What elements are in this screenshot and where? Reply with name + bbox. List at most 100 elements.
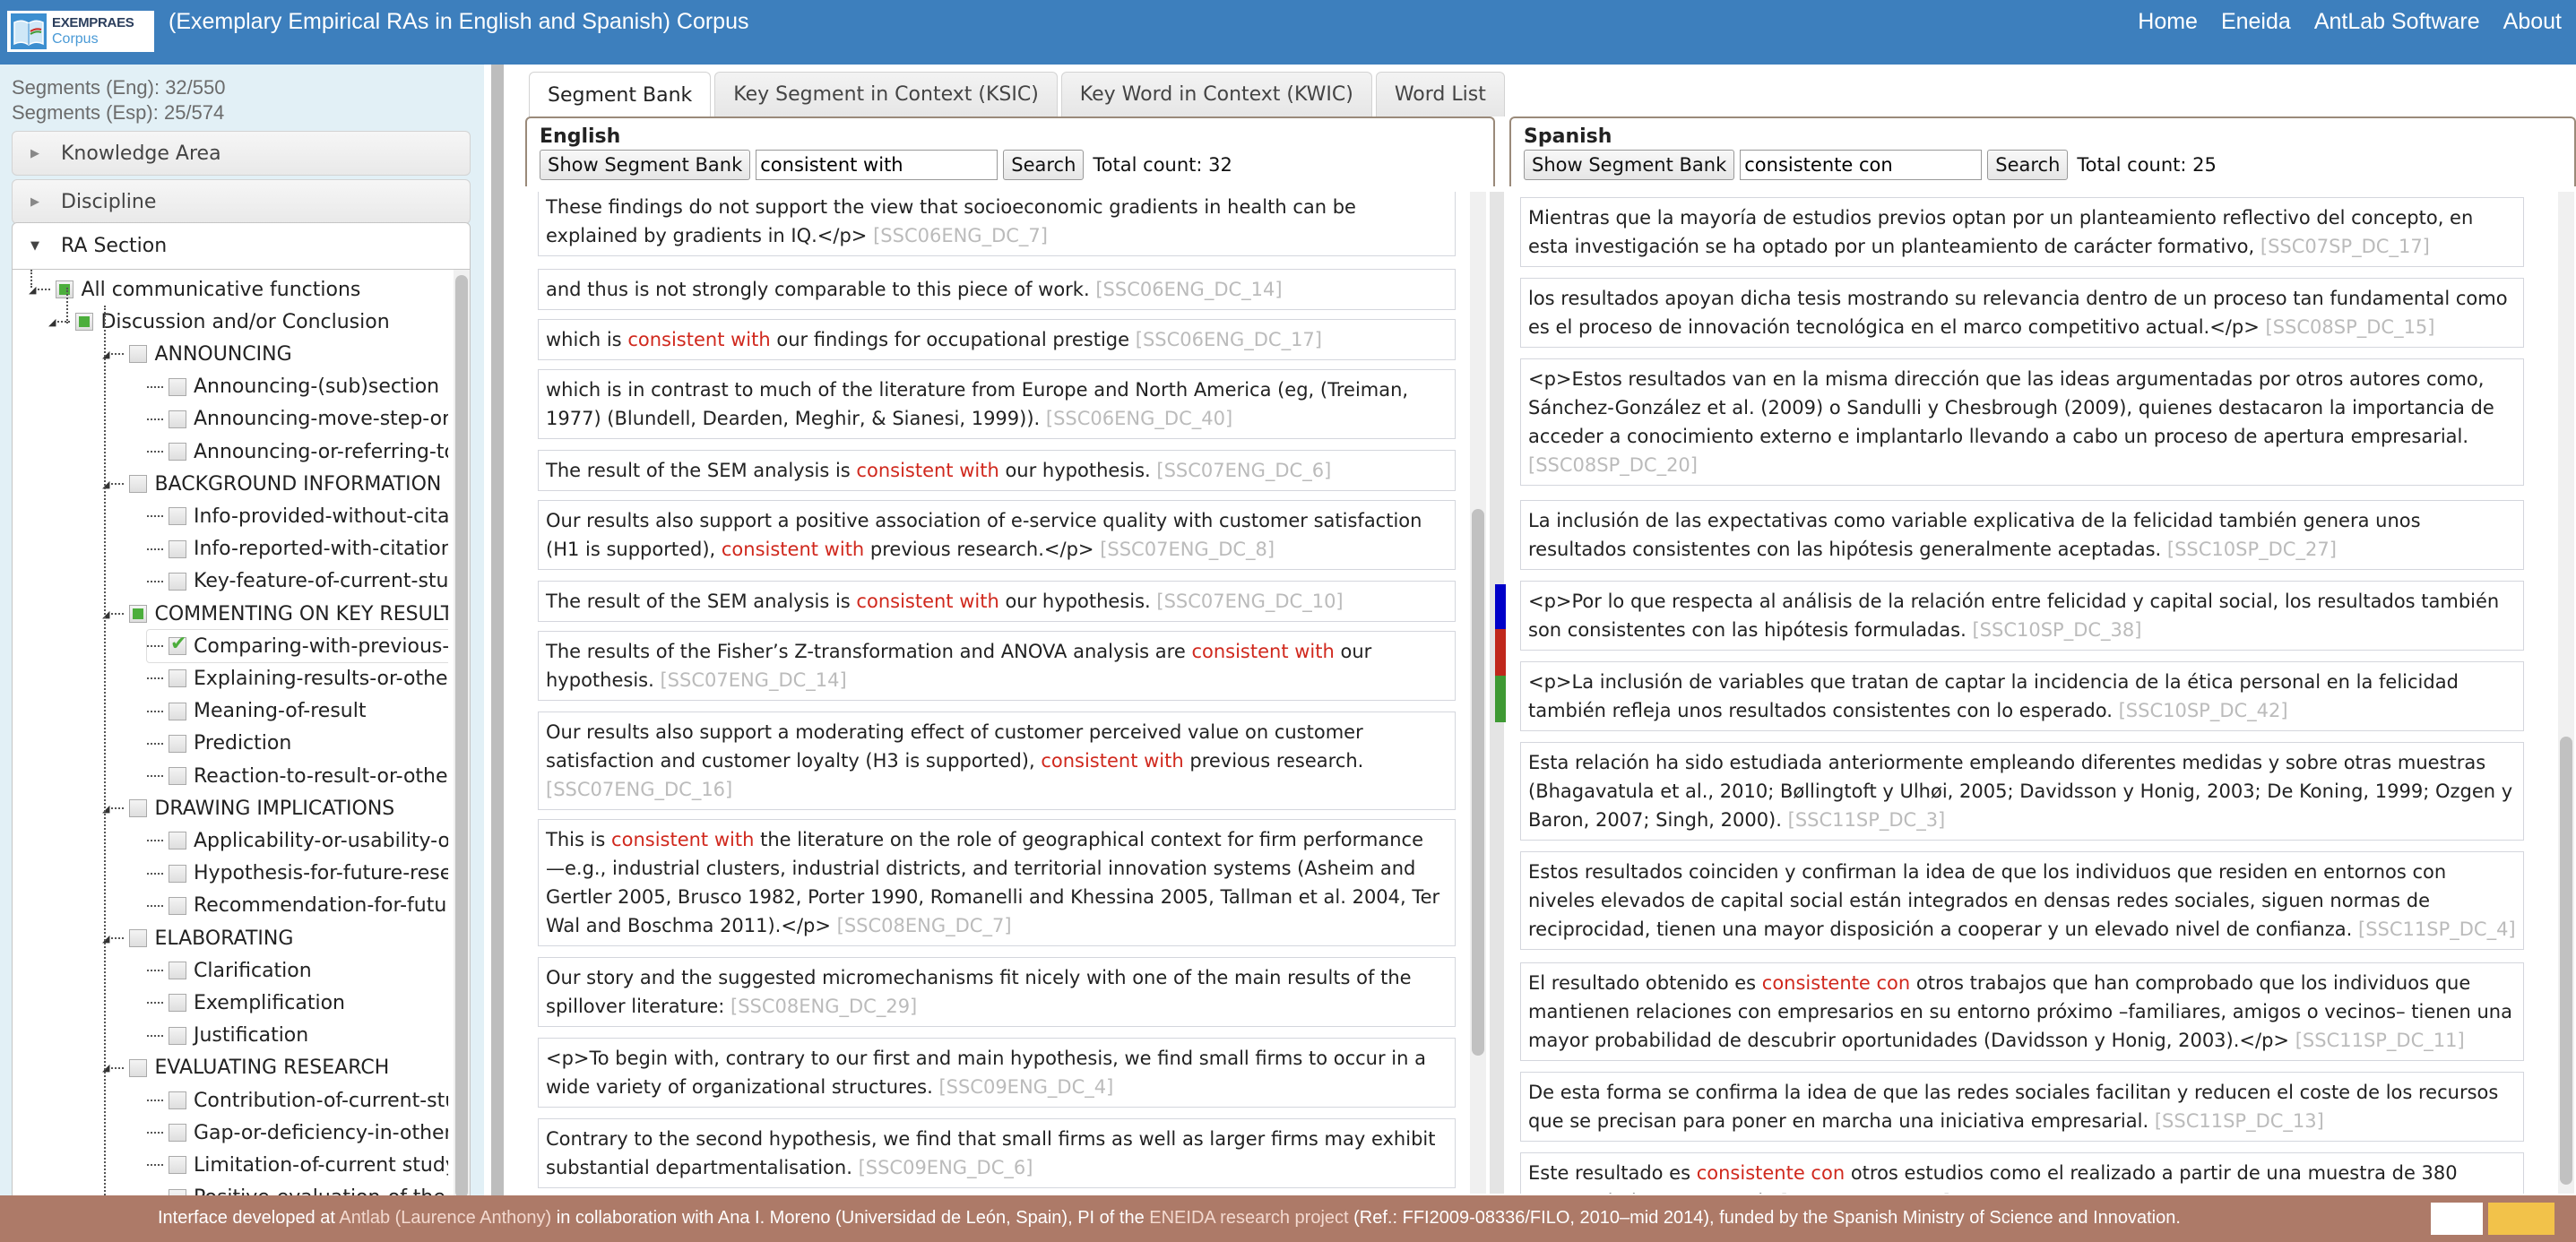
segment-item[interactable]: Mientras que la mayoría de estudios prev… — [1520, 197, 2524, 267]
tree-checkbox[interactable] — [129, 605, 148, 623]
segment-item[interactable]: <p>La inclusión de variables que tratan … — [1520, 661, 2524, 731]
tree-item[interactable]: Recommendation-for-future — [147, 890, 448, 922]
sidebar-splitter[interactable] — [491, 65, 504, 1195]
segment-id[interactable]: [SSC07ENG_DC_10] — [1156, 591, 1343, 612]
segment-item[interactable]: los resultados apoyan dicha tesis mostra… — [1520, 278, 2524, 348]
tree-checkbox[interactable] — [169, 702, 186, 720]
nav-about[interactable]: About — [2503, 9, 2562, 35]
tree-checkbox[interactable] — [129, 345, 148, 364]
tree-item[interactable]: Applicability-or-usability-of-r — [147, 824, 448, 857]
tree-item[interactable]: ◢ DRAWING IMPLICATIONS — [102, 792, 394, 824]
tree-checkbox[interactable] — [169, 443, 186, 461]
segment-id[interactable]: [SSC08SP_DC_15] — [2266, 316, 2435, 338]
tree-item[interactable]: Announcing-move-step-or-p — [147, 403, 448, 436]
spanish-show-segment-bank-button[interactable]: Show Segment Bank — [1524, 150, 1735, 180]
tree-item[interactable]: Limitation-of-current study — [147, 1149, 448, 1181]
segment-item[interactable]: Our results also support a moderating ef… — [538, 712, 1456, 810]
tree-item[interactable]: Info-reported-with-citations — [147, 533, 448, 565]
nav-home[interactable]: Home — [2138, 9, 2198, 35]
segment-item[interactable]: which is in contrast to much of the lite… — [538, 369, 1456, 439]
segment-id[interactable]: [SSC06ENG_DC_14] — [1095, 279, 1282, 300]
english-show-segment-bank-button[interactable]: Show Segment Bank — [540, 150, 751, 180]
tree-checkbox[interactable] — [169, 572, 186, 591]
segment-item[interactable]: El resultado obtenido es consistente con… — [1520, 962, 2524, 1061]
tree-item[interactable]: Info-provided-without-citatio — [147, 500, 448, 532]
spanish-results-scrollbar[interactable] — [2558, 192, 2574, 1194]
segment-id[interactable]: [SSC11SP_DC_13] — [2155, 1110, 2324, 1132]
accordion-ra-section-header[interactable]: ▼ RA Section — [13, 223, 470, 270]
tree-item[interactable]: Clarification — [147, 954, 312, 987]
nav-antlab-software[interactable]: AntLab Software — [2314, 9, 2480, 35]
accordion-discipline[interactable]: ▶ Discipline — [12, 179, 471, 224]
tree-checkbox[interactable] — [169, 669, 186, 688]
segment-id[interactable]: [SSC07ENG_DC_8] — [1100, 539, 1275, 560]
tree-checkbox[interactable] — [129, 929, 148, 947]
segment-id[interactable]: [SSC06ENG_DC_17] — [1136, 329, 1322, 350]
spanish-search-button[interactable]: Search — [1987, 150, 2069, 180]
segment-item[interactable]: Our story and the suggested micromechani… — [538, 957, 1456, 1027]
scrollbar-thumb[interactable] — [455, 275, 468, 1198]
tree-item[interactable]: Hypothesis-for-future-resear — [147, 858, 448, 890]
tree-checkbox[interactable] — [169, 994, 186, 1013]
tree-item[interactable]: ◢ Discussion and/or Conclusion — [48, 306, 390, 338]
segment-item[interactable]: The result of the SEM analysis is consis… — [538, 450, 1456, 491]
segment-id[interactable]: [SSC08ENG_DC_29] — [730, 996, 917, 1017]
tab-ksic[interactable]: Key Segment in Context (KSIC) — [714, 72, 1058, 116]
tree-item[interactable]: ◢ EVALUATING RESEARCH — [102, 1052, 389, 1084]
scrollbar-thumb[interactable] — [2560, 737, 2572, 1185]
tab-kwic[interactable]: Key Word in Context (KWIC) — [1060, 72, 1372, 116]
tree-checkbox[interactable] — [169, 539, 186, 558]
tree-item[interactable]: Gap-or-deficiency-in-others- — [147, 1117, 448, 1149]
tree-item[interactable]: ◢ ANNOUNCING — [102, 338, 292, 370]
tree-item[interactable]: Key-feature-of-current-study — [147, 565, 448, 598]
segment-id[interactable]: [SSC09ENG_DC_4] — [938, 1076, 1113, 1098]
tree-item[interactable]: Reaction-to-result-or-other-f — [147, 760, 448, 792]
segment-id[interactable]: [SSC11SP_DC_4] — [2358, 919, 2516, 940]
segment-id[interactable]: [SSC08SP_DC_20] — [1528, 454, 1698, 476]
segment-item[interactable]: Contrary to the second hypothesis, we fi… — [538, 1118, 1456, 1188]
tree-item[interactable]: ◢ All communicative functions — [29, 273, 360, 306]
segment-item[interactable]: and thus is not strongly comparable to t… — [538, 269, 1456, 310]
tree-item[interactable]: Justification — [147, 1020, 308, 1052]
tree-item[interactable]: Meaning-of-result — [147, 695, 367, 728]
tree-checkbox[interactable] — [169, 864, 186, 883]
segment-id[interactable]: [SSC09ENG_DC_6] — [859, 1157, 1033, 1178]
tree-item[interactable]: Announcing-or-referring-to-a — [147, 436, 448, 468]
tree-checkbox[interactable] — [169, 896, 186, 915]
tree-checkbox[interactable] — [169, 633, 186, 656]
tree-checkbox[interactable] — [129, 1058, 148, 1077]
spanish-search-input[interactable] — [1740, 150, 1983, 180]
expand-toggle-icon[interactable]: ◢ — [48, 316, 56, 328]
segment-item[interactable]: <p>Estos resultados van en la misma dire… — [1520, 358, 2524, 486]
exempraes-logo[interactable]: EXEMPRAES Corpus — [7, 11, 154, 52]
tree-item[interactable]: Comparing-with-previous-re — [145, 629, 448, 664]
tree-checkbox[interactable] — [169, 767, 186, 785]
scrollbar-thumb[interactable] — [1472, 509, 1484, 1056]
segment-id[interactable]: [SSC11SP_DC_3] — [1788, 809, 1946, 831]
tree-item[interactable]: Explaining-results-or-other-p — [147, 662, 448, 694]
segment-item[interactable]: Este resultado es consistente con otros … — [1520, 1152, 2524, 1194]
segment-item[interactable]: Esta relación ha sido estudiada anterior… — [1520, 742, 2524, 841]
segment-item[interactable]: Estos resultados coinciden y confirman l… — [1520, 851, 2524, 950]
tree-checkbox[interactable] — [169, 832, 186, 850]
segment-item[interactable]: Our results also support a positive asso… — [538, 500, 1456, 570]
tree-item[interactable]: Announcing-(sub)section — [147, 371, 439, 403]
segment-id[interactable]: [SSC07ENG_DC_16] — [546, 779, 732, 800]
english-search-input[interactable] — [756, 150, 998, 180]
tree-item[interactable]: Exemplification — [147, 987, 345, 1019]
nav-eneida[interactable]: Eneida — [2221, 9, 2291, 35]
segment-item[interactable]: This is consistent with the literature o… — [538, 819, 1456, 946]
accordion-knowledge-area[interactable]: ▶ Knowledge Area — [12, 131, 471, 176]
footer-link[interactable]: ENEIDA research project — [1149, 1208, 1348, 1228]
tree-checkbox[interactable] — [129, 475, 148, 494]
tree-checkbox[interactable] — [169, 1091, 186, 1109]
segment-id[interactable]: [SSC10SP_DC_42] — [2119, 700, 2288, 721]
segment-item[interactable]: The results of the Fisher’s Z-transforma… — [538, 631, 1456, 701]
segment-item[interactable]: which is consistent with our findings fo… — [538, 319, 1456, 360]
tree-checkbox[interactable] — [75, 313, 94, 332]
segment-id[interactable]: [SSC10SP_DC_27] — [2167, 539, 2337, 560]
tree-checkbox[interactable] — [169, 410, 186, 428]
segment-item[interactable]: De esta forma se confirma la idea de que… — [1520, 1072, 2524, 1142]
tree-item[interactable]: ◢ COMMENTING ON KEY RESULTS — [102, 598, 448, 630]
tree-checkbox[interactable] — [169, 1026, 186, 1045]
